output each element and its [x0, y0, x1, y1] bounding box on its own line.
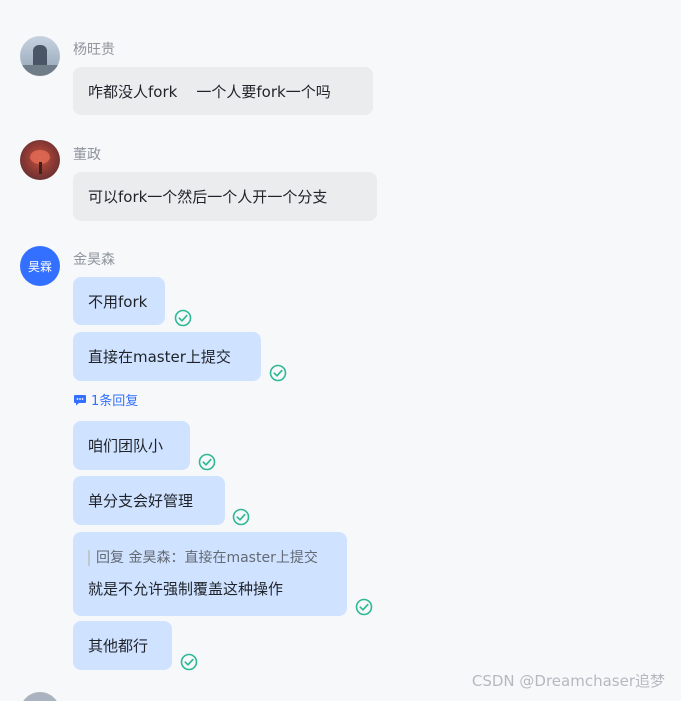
message-bubble[interactable]: 不用fork: [73, 277, 165, 325]
reply-count-label: 1条回复: [91, 394, 139, 409]
message-bubble[interactable]: 其他都行: [73, 621, 172, 670]
sender-avatar[interactable]: [20, 692, 60, 701]
check-circle-icon: [355, 598, 373, 616]
reply-bubble-icon: [74, 394, 86, 405]
sender-avatar[interactable]: 昊霖: [20, 246, 60, 286]
message-bubble[interactable]: 可以fork一个然后一个人开一个分支: [73, 172, 377, 221]
check-circle-icon: [198, 453, 216, 471]
sender-name: 杨旺贵: [73, 42, 115, 58]
check-circle-icon: [180, 653, 198, 671]
check-circle-icon: [174, 309, 192, 327]
chat-message-list[interactable]: 杨旺贵 咋都没人fork 一个人要fork一个吗 董政 可以fork一个然后一个…: [0, 0, 681, 701]
check-circle-icon: [269, 364, 287, 382]
sender-avatar[interactable]: [20, 140, 60, 180]
watermark-text: CSDN @Dreamchaser追梦: [471, 672, 665, 690]
sender-avatar[interactable]: [20, 36, 60, 76]
message-bubble[interactable]: 咋都没人fork 一个人要fork一个吗: [73, 67, 373, 115]
check-circle-icon: [232, 508, 250, 526]
sender-name: 金昊森: [73, 252, 115, 268]
message-bubble[interactable]: 咱们团队小: [73, 421, 190, 470]
message-text: 就是不允许强制覆盖这种操作: [88, 579, 284, 598]
message-bubble[interactable]: 单分支会好管理: [73, 476, 225, 525]
message-bubble[interactable]: 直接在master上提交: [73, 332, 261, 381]
quoted-message[interactable]: 回复 金昊森：直接在master上提交: [88, 549, 318, 566]
reply-thread-link[interactable]: 1条回复: [73, 390, 138, 409]
sender-name: 董政: [73, 147, 101, 163]
quoted-reply-bubble[interactable]: 回复 金昊森：直接在master上提交 就是不允许强制覆盖这种操作: [73, 532, 347, 616]
